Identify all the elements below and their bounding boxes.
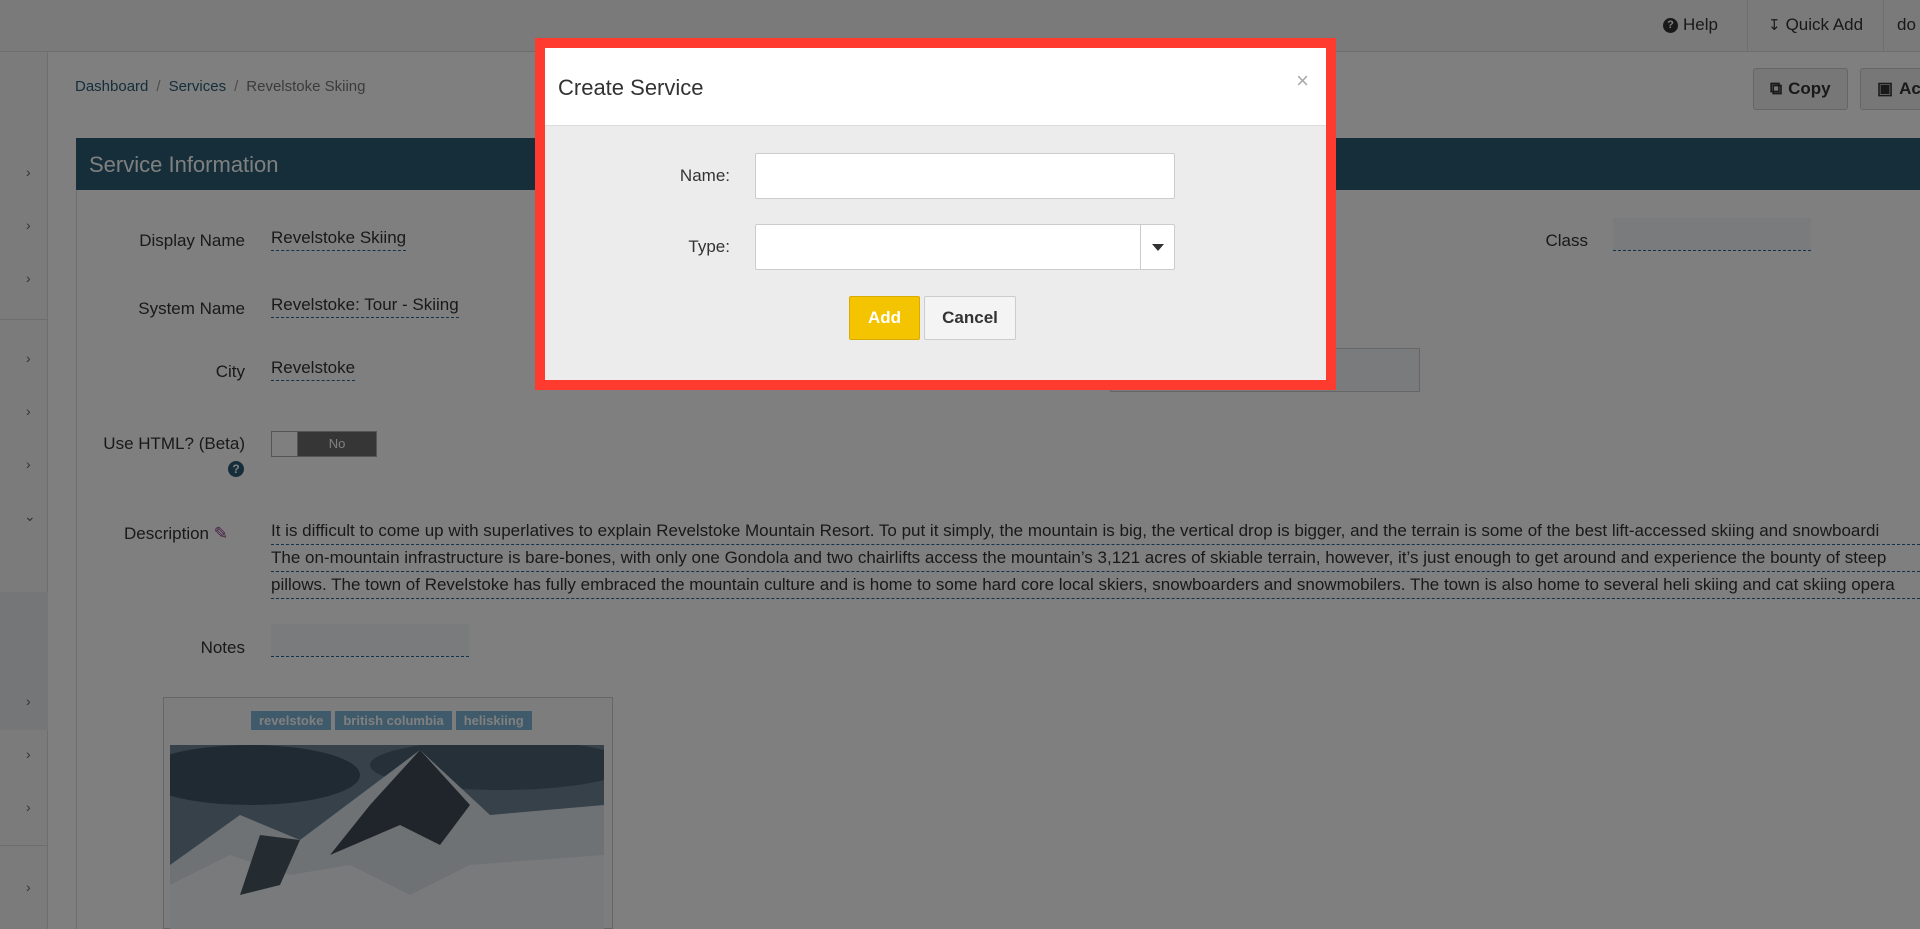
type-label: Type: (688, 237, 730, 256)
cancel-button[interactable]: Cancel (924, 296, 1016, 340)
add-button[interactable]: Add (849, 296, 920, 340)
modal-title: Create Service (558, 75, 704, 100)
create-service-modal: Create Service × Name: Type: Add Cancel (535, 38, 1336, 390)
caret-down-icon[interactable] (1140, 225, 1174, 269)
close-icon[interactable]: × (1296, 68, 1309, 94)
modal-header: Create Service × (545, 48, 1326, 126)
name-label: Name: (679, 166, 730, 185)
name-input[interactable] (755, 153, 1175, 199)
type-select[interactable] (755, 224, 1175, 270)
